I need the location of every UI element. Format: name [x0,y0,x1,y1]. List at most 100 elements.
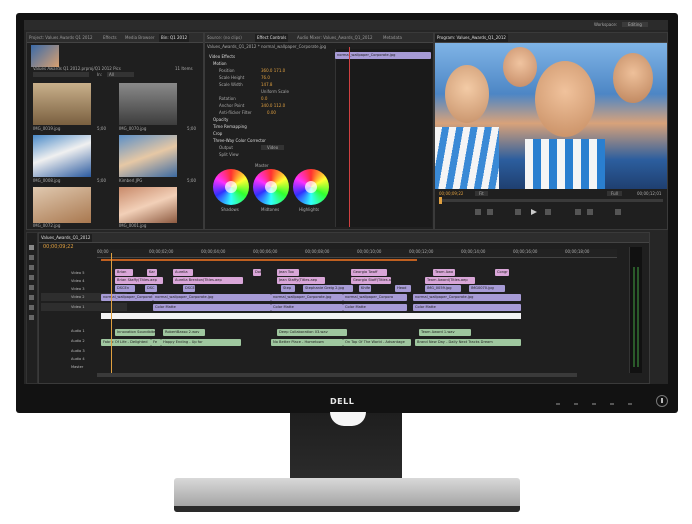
clip-a2[interactable]: Happy Ending - Up for [161,339,241,346]
thumb-4[interactable] [119,135,177,177]
effect-playhead[interactable] [349,47,350,227]
lift-icon[interactable] [575,209,581,215]
clip-v3[interactable]: Khlfe [359,285,371,292]
track-video-1[interactable]: Video 1 [41,303,127,311]
clip-v1[interactable]: Color Matte [271,304,343,311]
razor-tool-icon[interactable] [29,275,34,280]
track-audio-4[interactable]: Audio 4 [41,355,127,363]
mark-out-icon[interactable] [487,209,493,215]
hand-tool-icon[interactable] [29,305,34,310]
clip-a1[interactable]: RobertBasso 2.wav [163,329,205,336]
clip-v4[interactable]: Brian Staffy(Titles.aep [115,277,163,284]
monitor-button-3[interactable] [592,403,596,405]
thumb-3[interactable] [33,135,91,177]
tab-project[interactable]: Project: Values Awards Q1 2012 [27,34,95,42]
clip-v3[interactable]: Stephanie Greig 2.jpg [303,285,353,292]
effect-row[interactable]: Anchor Point 340.0 112.0 [219,103,285,108]
effect-row[interactable]: Opacity [213,117,228,122]
tab-media-browser[interactable]: Media Browser [123,34,157,42]
clip-v5[interactable]: Georgia Twaff [351,269,387,276]
effect-row[interactable]: Position 360.0 171.0 [219,68,285,73]
clip-a2[interactable]: On Top Of The World - Advantage [343,339,411,346]
clip-v2[interactable]: normal_wallpaper_Corpora [343,294,407,301]
clip-v4[interactable]: Aurelia Brenton(Titles.aep [173,277,243,284]
effect-row[interactable]: Output Video [219,145,285,150]
clip-a1[interactable]: Deep Collaboration 03.wav [277,329,347,336]
clip-v5[interactable]: Dot [253,269,261,276]
effect-row[interactable]: Time Remapping [213,124,247,129]
clip-a2[interactable]: Brand New Day - Daily Next Tracks Dream [415,339,521,346]
clip-v3[interactable]: DSCEn [115,285,135,292]
clip-v4[interactable]: Jean Staffy(Titles.aep [277,277,325,284]
effect-row[interactable]: Rotation 0.0 [219,96,267,101]
effect-row[interactable]: Motion [213,61,227,66]
thumb-5[interactable] [33,187,91,223]
track-audio-3[interactable]: Audio 3 [41,347,127,355]
clip-v3[interactable]: Head [395,285,411,292]
clip-v5[interactable]: Team Awa [433,269,455,276]
step-back-icon[interactable] [515,209,521,215]
clip-a2[interactable]: Fabric Of Life - Delighted [101,339,151,346]
clip-v4[interactable]: Team Award(Titles.aep [425,277,475,284]
effect-row[interactable]: Anti-flicker Filter 0.00 [219,110,276,115]
tab-program[interactable]: Program: Values_Awards_Q1_2012 [435,34,508,42]
program-resolution-select[interactable]: Full [607,191,622,196]
search-field[interactable] [33,72,89,77]
monitor-button-5[interactable] [628,403,632,405]
export-frame-icon[interactable] [615,209,621,215]
program-timecode[interactable]: 00;00;09;22 [439,191,463,196]
program-playhead[interactable] [439,197,442,204]
timeline-hscroll[interactable] [97,373,577,377]
tab-sequence[interactable]: Values_Awards_Q1_2012 [39,234,93,242]
effect-row[interactable]: Scale Width 147.8 [219,82,272,87]
effect-row[interactable]: Split View [219,152,239,157]
timeline-ruler[interactable]: 00;00 00;00;02;00 00;00;04;00 00;00;06;0… [97,249,617,258]
timeline-playhead[interactable] [111,253,112,373]
mark-in-icon[interactable] [475,209,481,215]
clip-v2[interactable]: normal_wallpaper_Corporate.jpg [153,294,271,301]
effect-row[interactable]: Scale Height 76.0 [219,75,270,80]
tab-effect-controls[interactable]: Effect Controls [255,34,289,42]
tab-bin[interactable]: Bin: Q1 2012 [159,34,190,42]
slip-tool-icon[interactable] [29,285,34,290]
clip-v3[interactable]: DSC [145,285,157,292]
step-forward-icon[interactable] [545,209,551,215]
effect-row[interactable]: Crop [213,131,222,136]
clip-v5[interactable]: Congr [495,269,509,276]
monitor-button-2[interactable] [574,403,578,405]
track-master[interactable]: Master [41,363,127,371]
thumb-2[interactable] [119,83,177,125]
tab-effects[interactable]: Effects [101,34,119,42]
clip-v1[interactable]: Color Matte [343,304,407,311]
clip-v5[interactable]: Jean Too [277,269,299,276]
clip-v3[interactable]: IMG0070.jpg [469,285,505,292]
clip-v2[interactable]: normal_wallpaper_Corporat [101,294,153,301]
effect-row[interactable]: Uniform Scale [261,89,289,94]
pen-tool-icon[interactable] [29,295,34,300]
clip-v3[interactable]: Step [281,285,295,292]
tab-audio-mixer[interactable]: Audio Mixer: Values_Awards_Q1_2012 [295,34,375,42]
tab-source[interactable]: Source: (no clips) [205,34,244,42]
tab-metadata[interactable]: Metadata [381,34,404,42]
clip-v2[interactable]: normal_wallpaper_Corporate.jpg [271,294,343,301]
program-fit-select[interactable]: Fit [475,191,488,196]
clip-v4[interactable]: Georgia Staff(Titles.aep [351,277,391,284]
clip-v1[interactable]: Color Matte [413,304,521,311]
clip-a2[interactable]: No Better Place - Hometown [271,339,343,346]
timeline-timecode[interactable]: 00;00;09;22 [43,245,74,250]
clip-v5[interactable]: Brian [115,269,133,276]
clip-v2[interactable]: normal_wallpaper_Corporate.jpg [413,294,521,301]
workspace-select[interactable]: Editing [622,22,648,27]
clip-v5[interactable]: Kar [147,269,157,276]
clip-v3[interactable]: DSCE [183,285,195,292]
zoom-tool-icon[interactable] [29,315,34,320]
work-area-bar[interactable] [101,259,417,261]
clip-v5[interactable]: Aurelia [173,269,193,276]
program-scrubber[interactable] [439,197,663,204]
ripple-edit-tool-icon[interactable] [29,265,34,270]
track-select-tool-icon[interactable] [29,255,34,260]
color-matte-white[interactable] [101,313,521,319]
clip-a2[interactable]: Fe [151,339,161,346]
thumb-6[interactable] [119,187,177,223]
power-button[interactable] [656,395,668,407]
